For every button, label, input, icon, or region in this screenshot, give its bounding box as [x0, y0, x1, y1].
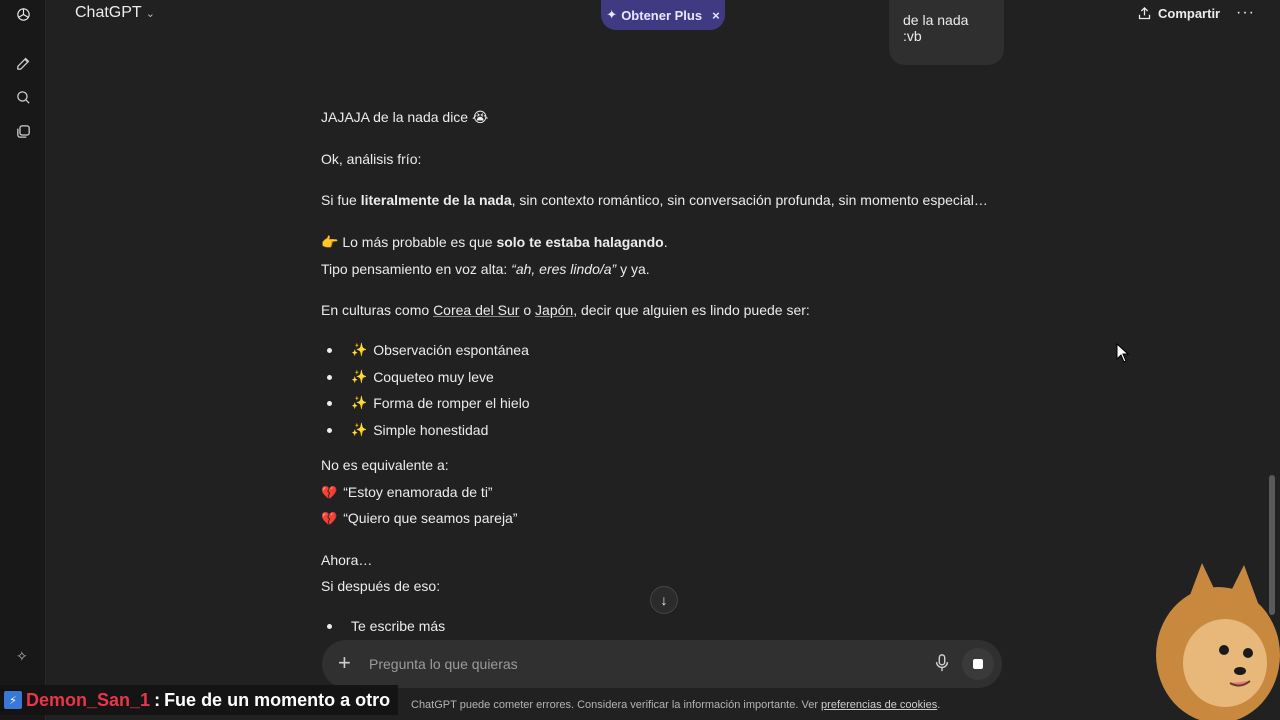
list-item-text: Te escribe más	[351, 618, 446, 634]
cookie-preferences-link[interactable]: preferencias de cookies	[821, 699, 937, 711]
user-message-text: de la nada :vb	[903, 12, 969, 44]
link-japon[interactable]: Japón	[535, 302, 573, 318]
assistant-line-3: Si fue literalmente de la nada, sin cont…	[321, 190, 1001, 210]
assistant-line-2: Ok, análisis frío:	[321, 151, 422, 167]
not-equiv-text: “Estoy enamorada de ti”	[343, 484, 493, 500]
dog-avatar-image	[1156, 563, 1280, 720]
text-segment: o	[519, 302, 536, 318]
arrow-down-icon[interactable]: ↓	[650, 586, 678, 614]
share-icon	[1138, 6, 1151, 20]
text-segment: , sin contexto romántico, sin conversaci…	[511, 192, 988, 208]
more-options-button[interactable]: ···	[1236, 4, 1255, 22]
disclaimer: ChatGPT puede cometer errores. Considera…	[411, 699, 940, 711]
text-segment: Si fue	[321, 192, 361, 208]
sparkles-icon: ✨	[351, 422, 368, 437]
chat-username: Demon_San_1	[26, 689, 151, 710]
list-item-text: Forma de romper el hielo	[373, 395, 530, 411]
not-equiv-item: 💔 “Quiero que seamos pareja”	[321, 508, 1001, 529]
mouse-cursor-icon	[1116, 343, 1130, 363]
text-segment: Tipo pensamiento en voz alta:	[321, 261, 512, 277]
text-segment: Lo más probable es que	[338, 234, 497, 250]
list-item-text: Simple honestidad	[373, 422, 489, 438]
bold-segment: literalmente de la nada	[360, 192, 512, 208]
chat-separator: :	[154, 689, 161, 710]
not-equiv-item: 💔 “Estoy enamorada de ti”	[321, 482, 1001, 503]
sidebar-rail: ✧	[0, 0, 46, 720]
assistant-line-6: En culturas como Corea del Sur o Japón, …	[321, 300, 1001, 320]
sparkle-icon[interactable]: ✧	[16, 648, 28, 665]
user-message-bubble: de la nada :vb	[889, 0, 1004, 65]
chat-badge-icon: ⚡	[4, 691, 22, 709]
assistant-text: JAJAJA de la nada dice	[321, 109, 469, 125]
upgrade-label: Obtener Plus	[621, 7, 703, 23]
list-item: ✨ Simple honestidad	[327, 422, 488, 438]
text-segment: .	[663, 234, 668, 250]
list-item: ✨ Coqueteo muy leve	[327, 369, 494, 385]
text-segment: En culturas como	[321, 302, 434, 318]
share-button[interactable]: Compartir	[1137, 6, 1220, 21]
chevron-down-icon: ⌄	[145, 7, 155, 20]
list-item: ✨ Observación espontánea	[327, 342, 529, 358]
model-name: ChatGPT	[75, 4, 142, 21]
stop-square	[973, 659, 983, 669]
upgrade-plus-button[interactable]: ✦ Obtener Plus ×	[601, 0, 725, 30]
italic-segment: “ah, eres lindo/a”	[511, 261, 617, 277]
list-item-text: Coqueteo muy leve	[373, 369, 494, 385]
share-label: Compartir	[1158, 6, 1221, 21]
broken-heart-icon: 💔	[321, 511, 338, 526]
not-equiv-text: “Quiero que seamos pareja”	[343, 510, 518, 526]
prompt-input[interactable]: Pregunta lo que quieras	[369, 656, 518, 672]
bullet-dot	[327, 623, 332, 629]
sparkle-icon: ✦	[606, 7, 618, 22]
stream-chat-overlay: ⚡ Demon_San_1 : Fue de un momento a otro	[0, 685, 399, 715]
link-corea[interactable]: Corea del Sur	[433, 302, 519, 318]
openai-logo-icon[interactable]	[13, 4, 33, 24]
close-icon[interactable]: ×	[712, 8, 720, 23]
bullet-dot	[327, 427, 332, 433]
model-switcher[interactable]: ChatGPT ⌄	[75, 4, 155, 22]
assistant-line-8: Ahora…	[321, 552, 373, 568]
bold-segment: solo te estaba halagando	[496, 234, 664, 250]
disclaimer-text: ChatGPT puede cometer errores. Considera…	[411, 699, 822, 711]
text-segment: y ya.	[616, 261, 650, 277]
list-item-text: Observación espontánea	[373, 342, 529, 358]
add-attachment-icon[interactable]: +	[338, 650, 351, 676]
assistant-line-5: Tipo pensamiento en voz alta: “ah, eres …	[321, 259, 1001, 279]
bullet-dot	[327, 400, 332, 406]
bullet-dot	[327, 347, 332, 353]
bullet-dot	[327, 374, 332, 380]
sparkles-icon: ✨	[351, 395, 368, 410]
assistant-line-7: No es equivalente a:	[321, 457, 449, 473]
mic-icon[interactable]	[934, 654, 950, 672]
stop-icon[interactable]	[962, 648, 994, 680]
crying-emoji-icon: 😭	[472, 109, 489, 125]
pointing-hand-icon: 👉	[321, 234, 339, 250]
list-item: ✨ Forma de romper el hielo	[327, 395, 530, 411]
chat-message: Fue de un momento a otro	[164, 689, 391, 710]
sparkles-icon: ✨	[351, 369, 368, 384]
edit-icon[interactable]	[13, 53, 33, 73]
assistant-line-1: JAJAJA de la nada dice 😭	[321, 107, 1001, 127]
text-segment: , decir que alguien es lindo puede ser:	[573, 302, 810, 318]
assistant-line-4: 👉 Lo más probable es que solo te estaba …	[321, 232, 1001, 252]
list-item: Te escribe más	[327, 618, 445, 634]
broken-heart-icon: 💔	[321, 485, 338, 500]
message-composer[interactable]: + Pregunta lo que quieras	[322, 640, 1002, 688]
disclaimer-end: .	[937, 699, 941, 711]
sparkles-icon: ✨	[351, 342, 368, 357]
search-icon[interactable]	[13, 87, 33, 107]
library-icon[interactable]	[13, 121, 33, 141]
